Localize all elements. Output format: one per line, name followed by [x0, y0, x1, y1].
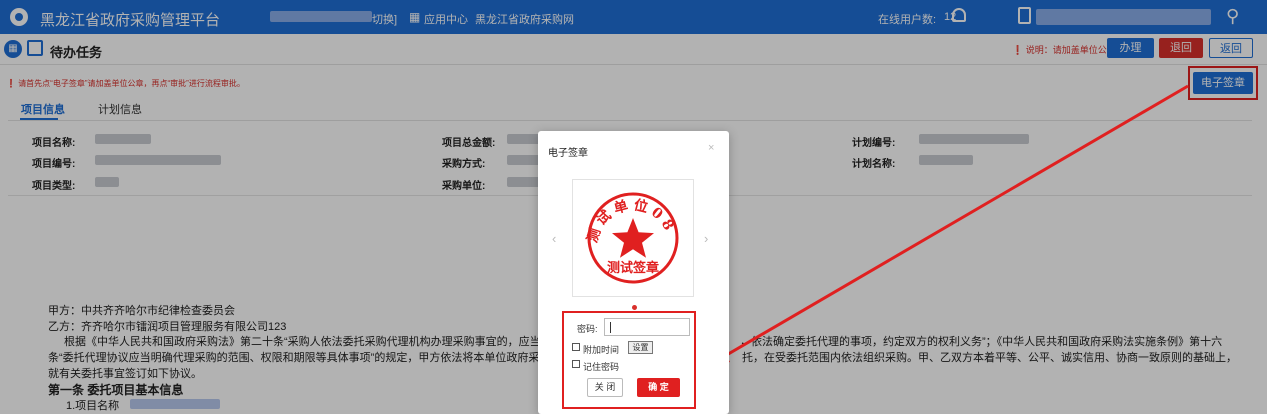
seal-bottom-text: 测试签章 — [607, 260, 659, 276]
attach-time-checkbox[interactable] — [572, 343, 580, 351]
settings-button[interactable]: 设置 — [628, 341, 653, 354]
confirm-button[interactable]: 确 定 — [637, 378, 680, 397]
close-icon[interactable]: × — [708, 142, 714, 154]
close-button[interactable]: 关 闭 — [587, 378, 623, 397]
attach-time-label: 附加时间 — [583, 345, 620, 355]
text-caret — [610, 322, 611, 333]
seal-star-icon — [612, 218, 654, 258]
dialog-title: 电子签章 — [548, 148, 588, 159]
stamp-seal: 测试单位08 测试签章 — [584, 192, 679, 284]
password-label: 密码: — [577, 324, 598, 334]
password-input[interactable] — [604, 318, 690, 336]
e-sign-dialog: 电子签章 × ‹ › 测试单位08 测试签章 密码: 附加时间 设置 记住密码 … — [538, 131, 729, 414]
prev-stamp-icon[interactable]: ‹ — [552, 231, 556, 246]
stamp-preview: 测试单位08 测试签章 — [572, 179, 694, 297]
carousel-dot[interactable] — [632, 305, 637, 310]
password-form-highlight: 密码: 附加时间 设置 记住密码 关 闭 确 定 — [562, 311, 696, 409]
next-stamp-icon[interactable]: › — [704, 231, 708, 246]
remember-password-label: 记住密码 — [583, 362, 620, 372]
remember-password-checkbox[interactable] — [572, 360, 580, 368]
annotation-arrow-line — [717, 84, 1189, 362]
